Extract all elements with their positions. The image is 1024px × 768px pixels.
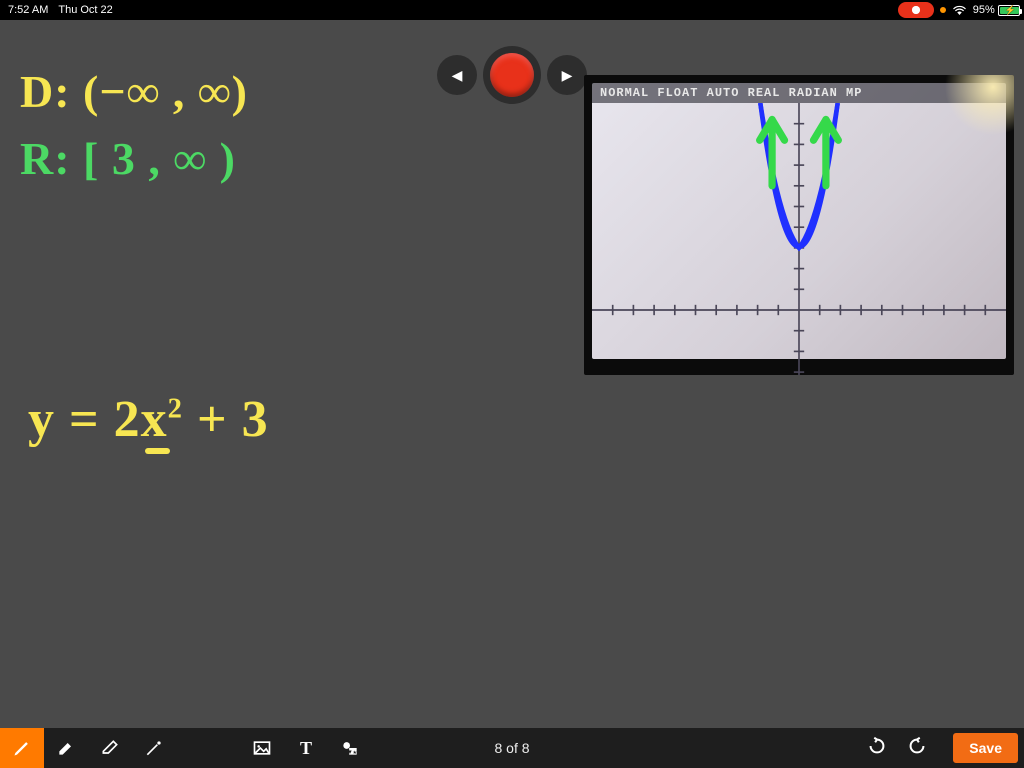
calculator-photo: NORMAL FLOAT AUTO REAL RADIAN MP — [584, 75, 1014, 375]
save-label: Save — [969, 740, 1002, 756]
calculator-mode-header: NORMAL FLOAT AUTO REAL RADIAN MP — [592, 83, 1006, 103]
record-button[interactable] — [483, 46, 541, 104]
screen-recording-pill[interactable] — [898, 2, 934, 18]
insert-image-button[interactable] — [240, 728, 284, 768]
eraser-tool-button[interactable] — [88, 728, 132, 768]
insert-tools: T ★ — [240, 728, 372, 768]
prev-slide-button[interactable]: ◀ — [437, 55, 477, 95]
undo-button[interactable] — [866, 735, 888, 762]
equation-exponent: 2 — [168, 394, 183, 425]
undo-icon — [866, 735, 888, 757]
redo-icon — [906, 735, 928, 757]
equation-coefficient: 2 — [114, 391, 141, 448]
handwriting-equation: y = 2x2 + 3 — [28, 390, 269, 449]
save-button[interactable]: Save — [953, 733, 1018, 763]
history-tools — [866, 735, 928, 762]
battery-percent: 95% — [973, 4, 995, 16]
triangle-left-icon: ◀ — [452, 67, 463, 84]
pointer-icon — [144, 738, 164, 758]
status-date: Thu Oct 22 — [58, 4, 112, 16]
equation-variable: x — [141, 391, 168, 448]
image-icon — [252, 738, 272, 758]
battery-indicator: 95% ⚡ — [973, 4, 1016, 16]
mic-in-use-dot-icon — [940, 7, 946, 13]
highlighter-tool-button[interactable] — [44, 728, 88, 768]
equation-lhs: y = — [28, 391, 100, 448]
status-time: 7:52 AM — [8, 4, 48, 16]
charging-bolt-icon: ⚡ — [1005, 5, 1016, 16]
wifi-icon — [952, 5, 967, 16]
page-indicator: 8 of 8 — [494, 740, 529, 756]
redo-button[interactable] — [906, 735, 928, 762]
range-label: R: — [20, 133, 71, 184]
handwriting-domain: D: (−∞ , ∞) — [20, 65, 248, 118]
svg-text:★: ★ — [353, 750, 358, 756]
whiteboard-canvas[interactable]: ◀ ▶ D: (−∞ , ∞) R: [ 3 , ∞ ) y = 2x2 + 3… — [0, 20, 1024, 728]
equation-tail: + 3 — [197, 391, 269, 448]
shapes-icon: ★ — [340, 738, 360, 758]
text-icon: T — [300, 738, 312, 759]
record-dot-icon — [490, 53, 534, 97]
recording-controls: ◀ ▶ — [437, 46, 587, 104]
handwriting-range: R: [ 3 , ∞ ) — [20, 132, 236, 185]
domain-value: (−∞ , ∞) — [83, 66, 248, 117]
highlighter-icon — [56, 738, 76, 758]
bottom-toolbar: T ★ 8 of 8 Save — [0, 728, 1024, 768]
next-slide-button[interactable]: ▶ — [547, 55, 587, 95]
domain-label: D: — [20, 66, 71, 117]
ipad-status-bar: 7:52 AM Thu Oct 22 95% ⚡ — [0, 0, 1024, 20]
triangle-right-icon: ▶ — [562, 67, 573, 84]
laser-pointer-button[interactable] — [132, 728, 176, 768]
pen-icon — [12, 738, 32, 758]
range-value: [ 3 , ∞ ) — [83, 133, 236, 184]
eraser-icon — [100, 738, 120, 758]
pen-tool-button[interactable] — [0, 728, 44, 768]
insert-text-button[interactable]: T — [284, 728, 328, 768]
calculator-plot — [592, 103, 1006, 375]
drawing-tools — [0, 728, 176, 768]
calculator-screen: NORMAL FLOAT AUTO REAL RADIAN MP — [592, 83, 1006, 359]
insert-shapes-button[interactable]: ★ — [328, 728, 372, 768]
